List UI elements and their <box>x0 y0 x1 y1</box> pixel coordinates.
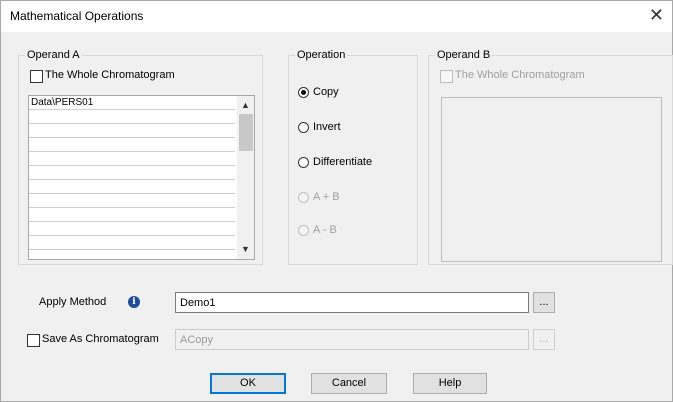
list-item[interactable]: Data\PERS01 <box>29 96 235 110</box>
operand-a-label: Operand A <box>25 48 82 62</box>
list-item[interactable] <box>29 208 235 222</box>
radio-differentiate[interactable] <box>298 157 309 168</box>
title-bar: Mathematical Operations ✕ <box>1 1 672 32</box>
operand-a-list[interactable]: Data\PERS01 ▲ ▼ <box>28 95 255 260</box>
radio-copy[interactable] <box>298 87 309 98</box>
apply-method-field[interactable]: Demo1 <box>175 292 529 313</box>
radio-invert[interactable] <box>298 122 309 133</box>
scroll-thumb[interactable] <box>239 114 253 151</box>
save-as-chromatogram-label[interactable]: Save As Chromatogram <box>42 333 159 345</box>
list-item[interactable] <box>29 222 235 236</box>
close-icon[interactable]: ✕ <box>649 6 664 24</box>
list-item[interactable] <box>29 236 235 250</box>
list-item[interactable] <box>29 138 235 152</box>
list-item[interactable] <box>29 166 235 180</box>
chevron-down-icon[interactable]: ▼ <box>237 242 254 256</box>
list-item[interactable] <box>29 194 235 208</box>
operand-b-list <box>441 97 662 262</box>
list-item[interactable] <box>29 124 235 138</box>
operand-a-whole-label[interactable]: The Whole Chromatogram <box>45 69 175 81</box>
list-item[interactable] <box>29 152 235 166</box>
radio-selected-dot <box>301 90 306 95</box>
list-item[interactable] <box>29 180 235 194</box>
apply-method-label: Apply Method <box>39 296 107 308</box>
chevron-up-icon[interactable]: ▲ <box>237 98 254 112</box>
list-scrollbar[interactable]: ▲ ▼ <box>237 96 254 259</box>
info-icon[interactable]: i <box>128 296 140 308</box>
operand-a-whole-checkbox[interactable] <box>30 70 43 83</box>
operand-b-whole-checkbox <box>440 70 453 83</box>
radio-a-plus-b-label: A + B <box>313 191 340 203</box>
cancel-button[interactable]: Cancel <box>311 373 387 394</box>
ok-button[interactable]: OK <box>210 373 286 394</box>
operand-b-whole-label: The Whole Chromatogram <box>455 69 585 81</box>
radio-a-minus-b-label: A - B <box>313 224 337 236</box>
radio-copy-label[interactable]: Copy <box>313 86 339 98</box>
list-item[interactable] <box>29 110 235 124</box>
save-as-chromatogram-checkbox[interactable] <box>27 334 40 347</box>
apply-method-browse-button[interactable]: ... <box>533 292 555 313</box>
save-chromatogram-name-field: ACopy <box>175 329 529 350</box>
radio-invert-label[interactable]: Invert <box>313 121 341 133</box>
operation-label: Operation <box>295 48 348 62</box>
save-chromatogram-browse-button: ... <box>533 329 555 350</box>
mathematical-operations-dialog: Mathematical Operations ✕ Operand A The … <box>0 0 673 402</box>
radio-a-minus-b <box>298 225 309 236</box>
operand-b-label: Operand B <box>435 48 493 62</box>
dialog-title: Mathematical Operations <box>10 9 144 23</box>
radio-differentiate-label[interactable]: Differentiate <box>313 156 372 168</box>
radio-a-plus-b <box>298 192 309 203</box>
help-button[interactable]: Help <box>413 373 487 394</box>
